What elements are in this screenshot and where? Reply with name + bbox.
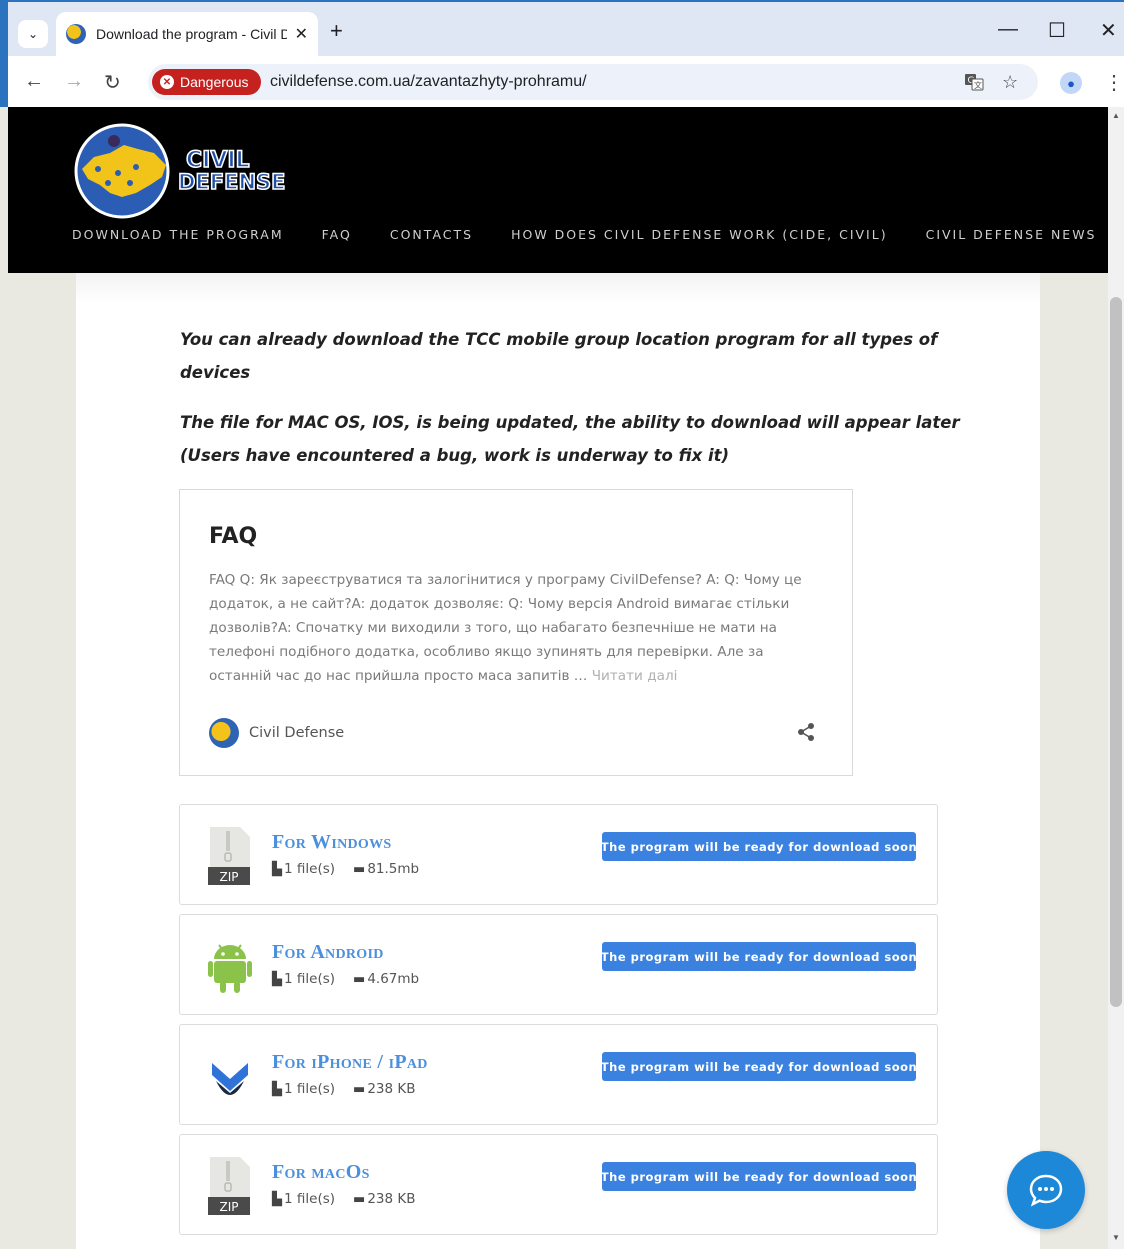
file-size: 4.67mb bbox=[367, 971, 420, 987]
civil-defense-logo[interactable]: CIVIL DEFENSE bbox=[74, 123, 290, 219]
browser-chrome: ⌄ Download the program - Civil D ✕ + — ☐… bbox=[0, 0, 1124, 109]
files-icon: ▙ bbox=[272, 861, 282, 877]
share-icon[interactable] bbox=[796, 722, 816, 742]
main-content: You can already download the TCC mobile … bbox=[76, 273, 1040, 1249]
lead-dot: . bbox=[180, 365, 184, 380]
site-favicon-icon bbox=[66, 24, 86, 44]
download-card-iphone: For iPhone / iPad ▙ 1 file(s) ▬ 238 KB The… bbox=[179, 1024, 938, 1125]
drive-icon: ▬ bbox=[353, 1191, 366, 1207]
file-count: 1 file(s) bbox=[284, 861, 336, 877]
download-button-windows[interactable]: The program will be ready for download s… bbox=[601, 832, 917, 861]
download-name-iphone[interactable]: For iPhone / iPad bbox=[272, 1051, 428, 1074]
nav-contacts[interactable]: CONTACTS bbox=[390, 227, 473, 242]
download-card-windows: ZIP For Windows ▙ 1 file(s) ▬ 81.5mb The p… bbox=[179, 804, 938, 905]
omnibox[interactable]: ✕ Dangerous civildefense.com.ua/zavantaz… bbox=[148, 64, 1038, 100]
zip-file-icon: ZIP bbox=[208, 1157, 250, 1215]
faq-title[interactable]: FAQ bbox=[209, 524, 257, 549]
more-menu-icon[interactable]: ⋮ bbox=[1104, 70, 1124, 95]
download-button-macos[interactable]: The program will be ready for download s… bbox=[601, 1162, 917, 1191]
chat-widget-button[interactable] bbox=[1007, 1151, 1085, 1229]
zip-label: ZIP bbox=[220, 870, 239, 884]
read-more-link[interactable]: Читати далі bbox=[592, 668, 678, 684]
content-top-shade bbox=[76, 273, 1040, 303]
site-header: CIVIL DEFENSE DOWNLOAD THE PROGRAM FAQ C… bbox=[8, 107, 1108, 273]
scroll-down-arrow-icon[interactable]: ▼ bbox=[1112, 1233, 1120, 1242]
download-button-android[interactable]: The program will be ready for download s… bbox=[601, 942, 917, 971]
faq-excerpt: FAQ Q: Як зареєструватися та залогінитис… bbox=[209, 568, 809, 688]
url-text[interactable]: civildefense.com.ua/zavantazhyty-prohram… bbox=[270, 73, 587, 91]
file-size: 238 KB bbox=[367, 1081, 416, 1097]
bookmark-star-icon[interactable]: ☆ bbox=[1002, 72, 1018, 93]
new-tab-button[interactable]: + bbox=[330, 18, 343, 44]
file-count: 1 file(s) bbox=[284, 1081, 336, 1097]
download-meta-macos: ▙ 1 file(s) ▬ 238 KB bbox=[272, 1191, 416, 1207]
android-icon bbox=[208, 944, 252, 993]
danger-x-icon: ✕ bbox=[160, 75, 174, 89]
translate-icon[interactable]: G文 bbox=[964, 72, 984, 97]
logo-text-defense: DEFENSE bbox=[178, 170, 286, 194]
maximize-button[interactable]: ☐ bbox=[1048, 18, 1066, 43]
security-label: Dangerous bbox=[180, 74, 249, 90]
drive-icon: ▬ bbox=[353, 1081, 366, 1097]
tab-close-icon[interactable]: ✕ bbox=[295, 24, 308, 44]
download-meta-windows: ▙ 1 file(s) ▬ 81.5mb bbox=[272, 861, 419, 877]
security-warning-chip[interactable]: ✕ Dangerous bbox=[152, 69, 261, 95]
files-icon: ▙ bbox=[272, 1191, 282, 1207]
profile-avatar-icon[interactable]: ● bbox=[1060, 72, 1082, 94]
zip-label: ZIP bbox=[220, 1200, 239, 1214]
tab-strip: ⌄ Download the program - Civil D ✕ + — ☐… bbox=[8, 2, 1124, 56]
active-tab[interactable]: Download the program - Civil D ✕ bbox=[56, 12, 318, 56]
nav-news[interactable]: CIVIL DEFENSE NEWS bbox=[926, 227, 1097, 242]
chevron-down-icon bbox=[212, 1063, 248, 1095]
address-bar-row: ← → ↻ ✕ Dangerous civildefense.com.ua/za… bbox=[8, 56, 1124, 109]
back-arrow-icon[interactable]: ← bbox=[24, 70, 44, 93]
author-name: Civil Defense bbox=[249, 725, 345, 741]
download-meta-iphone: ▙ 1 file(s) ▬ 238 KB bbox=[272, 1081, 416, 1097]
scroll-up-arrow-icon[interactable]: ▲ bbox=[1112, 111, 1120, 120]
svg-text:文: 文 bbox=[974, 80, 982, 90]
zip-file-icon: ZIP bbox=[208, 827, 250, 885]
main-nav: DOWNLOAD THE PROGRAM FAQ CONTACTS HOW DO… bbox=[72, 227, 1124, 242]
download-card-android: For Android ▙ 1 file(s) ▬ 4.67mb The progr… bbox=[179, 914, 938, 1015]
nav-how-it-works[interactable]: HOW DOES CIVIL DEFENSE WORK (CIDE, CIVIL… bbox=[511, 227, 888, 242]
faq-card[interactable]: FAQ FAQ Q: Як зареєструватися та залогін… bbox=[179, 489, 853, 776]
tab-title: Download the program - Civil D bbox=[96, 26, 287, 42]
file-count: 1 file(s) bbox=[284, 971, 336, 987]
download-button-iphone[interactable]: The program will be ready for download s… bbox=[601, 1052, 917, 1081]
drive-icon: ▬ bbox=[353, 971, 366, 987]
nav-faq[interactable]: FAQ bbox=[322, 227, 352, 242]
forward-arrow-icon[interactable]: → bbox=[64, 70, 84, 93]
tab-search-button[interactable]: ⌄ bbox=[18, 20, 48, 48]
close-window-button[interactable]: ✕ bbox=[1100, 18, 1117, 43]
download-card-macos: ZIP For macOs ▙ 1 file(s) ▬ 238 KB The pro… bbox=[179, 1134, 938, 1235]
lead-paragraph-1: You can already download the TCC mobile … bbox=[180, 330, 938, 382]
file-count: 1 file(s) bbox=[284, 1191, 336, 1207]
faq-author[interactable]: Civil Defense bbox=[209, 718, 344, 748]
file-size: 238 KB bbox=[367, 1191, 416, 1207]
author-avatar bbox=[209, 718, 239, 748]
files-icon: ▙ bbox=[272, 1081, 282, 1097]
minimize-button[interactable]: — bbox=[998, 18, 1018, 41]
file-size: 81.5mb bbox=[367, 861, 420, 877]
faq-excerpt-text: FAQ Q: Як зареєструватися та залогінитис… bbox=[209, 572, 802, 684]
chat-bubble-icon bbox=[1029, 1174, 1063, 1207]
files-icon: ▙ bbox=[272, 971, 282, 987]
page-scrollbar[interactable]: ▲ ▼ bbox=[1108, 107, 1124, 1249]
download-name-android[interactable]: For Android bbox=[272, 941, 384, 964]
drive-icon: ▬ bbox=[353, 861, 366, 877]
download-name-macos[interactable]: For macOs bbox=[272, 1161, 370, 1184]
download-meta-android: ▙ 1 file(s) ▬ 4.67mb bbox=[272, 971, 419, 987]
scrollbar-thumb[interactable] bbox=[1110, 297, 1122, 1007]
lead-paragraph-2: The file for MAC OS, IOS, is being updat… bbox=[180, 413, 960, 465]
reload-icon[interactable]: ↻ bbox=[104, 70, 121, 95]
nav-download-program[interactable]: DOWNLOAD THE PROGRAM bbox=[72, 227, 284, 242]
download-name-windows[interactable]: For Windows bbox=[272, 831, 392, 854]
